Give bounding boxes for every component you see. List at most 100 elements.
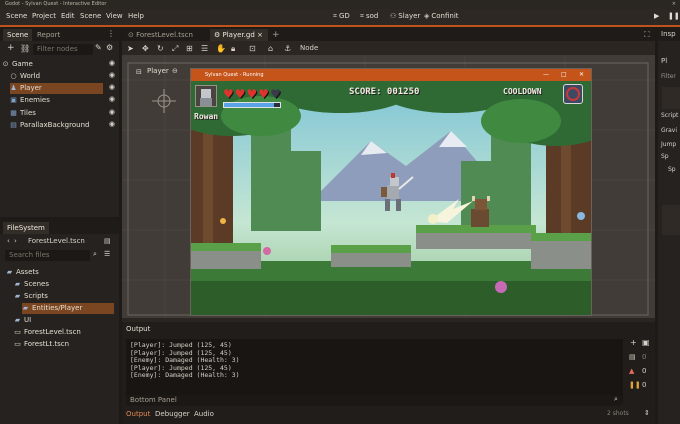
toolbar-slayer-button[interactable]: ⚇ Slayer (390, 12, 420, 20)
tab-debugger[interactable]: Debugger (155, 410, 190, 418)
toolbar-sod-button[interactable]: ⌗ sod (360, 12, 378, 21)
tree-item-tiles[interactable]: ▦ Tiles (10, 108, 117, 119)
search-files-input[interactable]: Search files (5, 250, 90, 261)
tab-output[interactable]: Output (126, 410, 150, 418)
settings-icon[interactable]: ⚙ (106, 43, 113, 52)
warning-filter-icon[interactable]: ❚❚ (629, 381, 641, 389)
menu-scene[interactable]: Scene (6, 12, 27, 20)
search-icon[interactable]: ⌕ (93, 250, 97, 259)
inspector-filter[interactable]: Filter (661, 73, 676, 80)
tab-scene[interactable]: Scene (3, 29, 33, 41)
tree-item-enemies[interactable]: ▣ Enemies (10, 95, 117, 106)
folder-scripts[interactable]: ▰ Scripts (14, 291, 48, 302)
close-icon[interactable]: ✕ (579, 69, 584, 81)
output-title: Output (126, 325, 151, 333)
distraction-free-icon[interactable]: ⛶ (640, 29, 654, 41)
editor-tabs: ⊙ ForestLevel.tscn ⚙ Player.gd × + ⛶ (122, 27, 655, 41)
minimize-icon[interactable]: — (543, 69, 549, 81)
node-menu[interactable]: Node (300, 44, 318, 52)
move-icon[interactable]: ✥ (142, 44, 149, 53)
game-window[interactable]: Sylvan Quest - Running — □ ✕ ♥♥♥♥♥ Rowan… (190, 68, 592, 316)
add-tab-icon[interactable]: + (268, 29, 284, 41)
folder-icon: ▰ (14, 316, 21, 324)
error-filter-icon[interactable]: ▲ (629, 367, 634, 375)
play-icon[interactable]: ▶ (654, 12, 659, 20)
folder-entities-player[interactable]: ▰ Entities/Player (22, 303, 114, 314)
split-icon[interactable]: ▤ (104, 237, 111, 245)
toolbar-sod-label: sod (365, 12, 379, 20)
group-icon[interactable]: ⊡ (249, 44, 256, 53)
tab-report[interactable]: Report (33, 29, 64, 41)
select-icon[interactable]: ➤ (127, 44, 134, 53)
link-icon[interactable]: ⛓ (20, 44, 30, 53)
visibility-icon[interactable]: ◉ (109, 120, 115, 128)
tree-label: Enemies (20, 96, 50, 104)
collapse-icon[interactable]: ⊖ (172, 67, 178, 75)
tree-item-parallax[interactable]: ▤ ParallaxBackground (10, 120, 117, 131)
window-title: Godot - Sylvan Quest - Interactive Edito… (5, 1, 107, 7)
tree-item-game[interactable]: ⊙ Game (2, 59, 117, 70)
expand-icon[interactable]: ⊟ (136, 68, 142, 76)
tree-item-world[interactable]: ○ World (10, 71, 117, 82)
lock-icon[interactable]: 🔒︎ (231, 44, 235, 54)
pan-icon[interactable]: ✋ (216, 44, 226, 53)
menu-project[interactable]: Project (32, 12, 56, 20)
toolbar-gd-button[interactable]: ⌗ GD (333, 12, 350, 21)
user-icon: ⚇ (390, 12, 397, 20)
tab-filesystem[interactable]: FileSystem (3, 222, 49, 234)
tab-inspector[interactable]: Insp (658, 27, 680, 41)
script-icon[interactable]: ✎ (95, 43, 102, 52)
bone-icon[interactable]: ⌂ (268, 44, 273, 53)
forward-icon[interactable]: › (14, 237, 17, 245)
list-icon[interactable]: ☰ (201, 44, 208, 53)
menu-view[interactable]: View (106, 12, 123, 20)
visibility-icon[interactable]: ◉ (109, 83, 115, 91)
tab-forestlevel[interactable]: ⊙ ForestLevel.tscn (124, 29, 208, 41)
tree-label: World (20, 72, 41, 80)
tab-player-gd[interactable]: ⚙ Player.gd × (210, 29, 268, 41)
tree-item-player[interactable]: ♟ Player (10, 83, 103, 94)
pause-icon[interactable]: ❚❚ (668, 12, 680, 20)
visibility-icon[interactable]: ◉ (109, 95, 115, 103)
folder-icon: ▰ (22, 304, 29, 312)
maximize-icon[interactable]: □ (561, 69, 567, 81)
clear-icon[interactable]: + (630, 338, 637, 347)
filter-nodes-input[interactable]: Filter nodes (33, 44, 93, 55)
visibility-icon[interactable]: ◉ (109, 108, 115, 116)
heart-icon: ♥ (234, 87, 246, 101)
scale-icon[interactable]: ⤢ (172, 44, 178, 54)
close-icon[interactable]: × (672, 0, 676, 9)
toolbar-confinit-button[interactable]: ◈ Confinit (424, 12, 459, 20)
add-node-icon[interactable]: + (7, 43, 15, 53)
folder-assets[interactable]: ▰ Assets (6, 267, 39, 278)
search-icon[interactable]: ⌕ (614, 395, 618, 404)
ruler-icon[interactable]: ⊞ (186, 44, 193, 53)
back-icon[interactable]: ‹ (7, 237, 10, 245)
menu-edit[interactable]: Edit (61, 12, 75, 20)
visibility-icon[interactable]: ◉ (109, 59, 115, 67)
message-filter-icon[interactable]: ▤ (629, 353, 636, 361)
close-tab-icon[interactable]: × (257, 31, 263, 39)
menu-help[interactable]: Help (128, 12, 144, 20)
tab-audio[interactable]: Audio (194, 410, 214, 418)
inspector-field[interactable] (662, 87, 680, 109)
menu-scene-2[interactable]: Scene (80, 12, 101, 20)
inspector-node: Pl (661, 57, 668, 65)
current-path: ForestLevel.tscn (28, 237, 85, 245)
sort-icon[interactable]: ☰ (104, 250, 110, 258)
output-filter-input[interactable]: Bottom Panel (126, 395, 621, 406)
toolbar-gd-label: GD (338, 12, 350, 20)
file-forestlevel[interactable]: ▭ ForestLevel.tscn (14, 327, 81, 338)
inspector-field[interactable] (662, 205, 680, 235)
file-forestlt[interactable]: ▭ ForestLt.tscn (14, 339, 69, 350)
expand-panel-icon[interactable]: ⇕ (644, 409, 650, 417)
rotate-icon[interactable]: ↻ (157, 44, 164, 53)
menu-dots-icon[interactable]: ⋮ (107, 29, 115, 38)
output-log[interactable]: [Player]: Jumped (125, 45) [Player]: Jum… (126, 339, 623, 403)
anchor-icon[interactable]: ⚓︎ (284, 44, 291, 53)
visibility-icon[interactable]: ◉ (109, 71, 115, 79)
copy-icon[interactable]: ▣ (642, 338, 650, 347)
player-node-label: Player (147, 67, 169, 75)
folder-ui[interactable]: ▰ UI (14, 315, 31, 326)
folder-scenes[interactable]: ▰ Scenes (14, 279, 49, 290)
